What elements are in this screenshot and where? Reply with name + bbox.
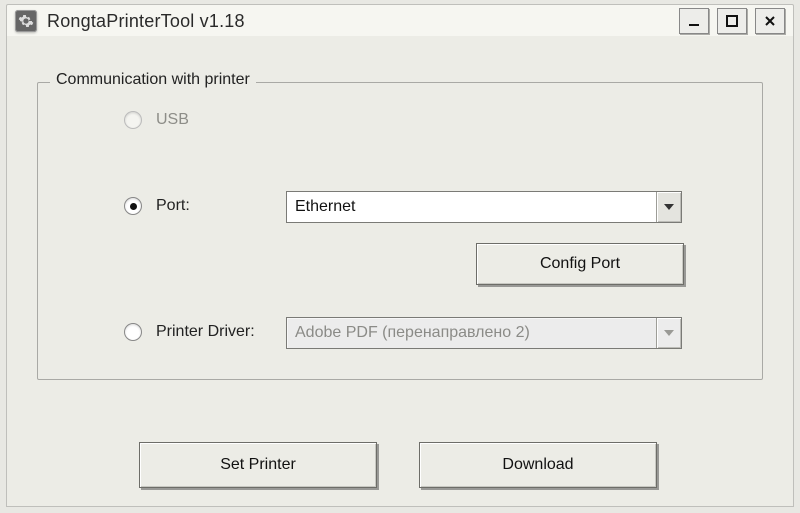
port-radio[interactable] bbox=[124, 197, 142, 215]
window-title: RongtaPrinterTool v1.18 bbox=[47, 11, 245, 32]
client-area: Communication with printer USB Port: Eth… bbox=[6, 36, 794, 507]
usb-radio-label: USB bbox=[156, 111, 189, 129]
port-combo[interactable]: Ethernet bbox=[286, 191, 682, 223]
printer-driver-radio[interactable] bbox=[124, 323, 142, 341]
communication-groupbox: Communication with printer USB Port: Eth… bbox=[37, 82, 763, 380]
usb-option-row: USB bbox=[124, 111, 189, 129]
maximize-button[interactable] bbox=[717, 8, 747, 34]
window-buttons bbox=[679, 8, 785, 34]
printer-driver-option-row[interactable]: Printer Driver: bbox=[124, 323, 255, 341]
printer-driver-combo-value: Adobe PDF (перенаправлено 2) bbox=[287, 324, 656, 342]
close-button[interactable] bbox=[755, 8, 785, 34]
usb-radio bbox=[124, 111, 142, 129]
groupbox-legend: Communication with printer bbox=[50, 71, 256, 89]
download-button-label: Download bbox=[502, 456, 573, 474]
set-printer-button-label: Set Printer bbox=[220, 456, 296, 474]
chevron-down-icon[interactable] bbox=[656, 192, 681, 222]
port-combo-value: Ethernet bbox=[287, 198, 656, 216]
title-bar: RongtaPrinterTool v1.18 bbox=[6, 4, 794, 38]
download-button[interactable]: Download bbox=[419, 442, 657, 488]
printer-driver-radio-label: Printer Driver: bbox=[156, 323, 255, 341]
port-radio-label: Port: bbox=[156, 197, 190, 215]
config-port-button-label: Config Port bbox=[540, 255, 620, 273]
port-option-row[interactable]: Port: bbox=[124, 197, 190, 215]
minimize-button[interactable] bbox=[679, 8, 709, 34]
printer-driver-combo: Adobe PDF (перенаправлено 2) bbox=[286, 317, 682, 349]
chevron-down-icon bbox=[656, 318, 681, 348]
set-printer-button[interactable]: Set Printer bbox=[139, 442, 377, 488]
config-port-button[interactable]: Config Port bbox=[476, 243, 684, 285]
app-icon bbox=[15, 10, 37, 32]
